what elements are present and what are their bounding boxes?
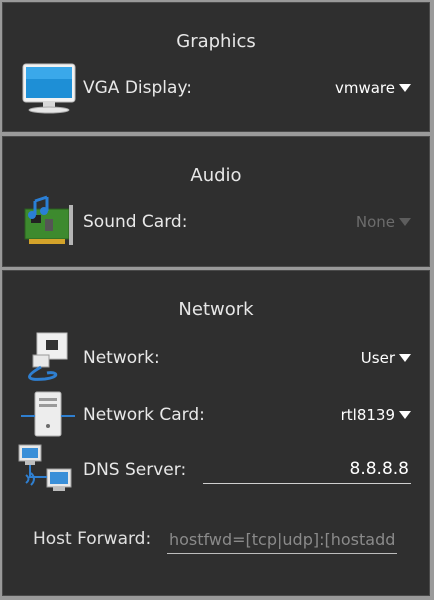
- network-computers-icon: [17, 443, 79, 497]
- network-row: Network: User: [17, 331, 411, 385]
- chevron-down-icon: [399, 218, 411, 226]
- network-value: User: [360, 349, 395, 367]
- sound-card-icon: [17, 195, 79, 249]
- sound-card-value: None: [355, 213, 395, 231]
- host-forward-input[interactable]: [167, 525, 397, 553]
- dns-server-row: DNS Server:: [17, 443, 411, 497]
- chevron-down-icon: [399, 411, 411, 419]
- network-panel: Network Network: User Network Card: rtl8…: [2, 270, 430, 596]
- vga-display-label: VGA Display:: [83, 78, 192, 98]
- graphics-section-title: Graphics: [176, 31, 256, 52]
- graphics-panel: Graphics VGA Display: vmware: [2, 2, 430, 132]
- network-card-label: Network Card:: [83, 405, 205, 425]
- dns-server-label: DNS Server:: [83, 460, 187, 480]
- sound-card-select[interactable]: None: [356, 213, 411, 231]
- audio-panel: Audio Sound Card: None: [2, 136, 430, 267]
- network-card-select[interactable]: rtl8139: [341, 406, 411, 424]
- chevron-down-icon: [399, 354, 411, 362]
- monitor-icon: [17, 61, 79, 115]
- network-label: Network:: [83, 348, 160, 368]
- network-jack-icon: [17, 331, 79, 385]
- network-section-title: Network: [178, 299, 254, 320]
- network-select[interactable]: User: [361, 349, 411, 367]
- computer-tower-icon: [17, 388, 79, 442]
- host-forward-field[interactable]: [167, 525, 397, 554]
- network-card-row: Network Card: rtl8139: [17, 388, 411, 442]
- chevron-down-icon: [399, 84, 411, 92]
- vga-display-row: VGA Display: vmware: [17, 61, 411, 115]
- dns-server-field[interactable]: [203, 455, 411, 484]
- sound-card-label: Sound Card:: [83, 212, 188, 232]
- vga-display-select[interactable]: vmware: [335, 79, 411, 97]
- sound-card-row: Sound Card: None: [17, 195, 411, 249]
- vga-display-value: vmware: [334, 79, 395, 97]
- dns-server-input[interactable]: [203, 455, 411, 483]
- network-card-value: rtl8139: [340, 406, 395, 424]
- host-forward-label: Host Forward:: [33, 529, 152, 549]
- audio-section-title: Audio: [190, 165, 242, 186]
